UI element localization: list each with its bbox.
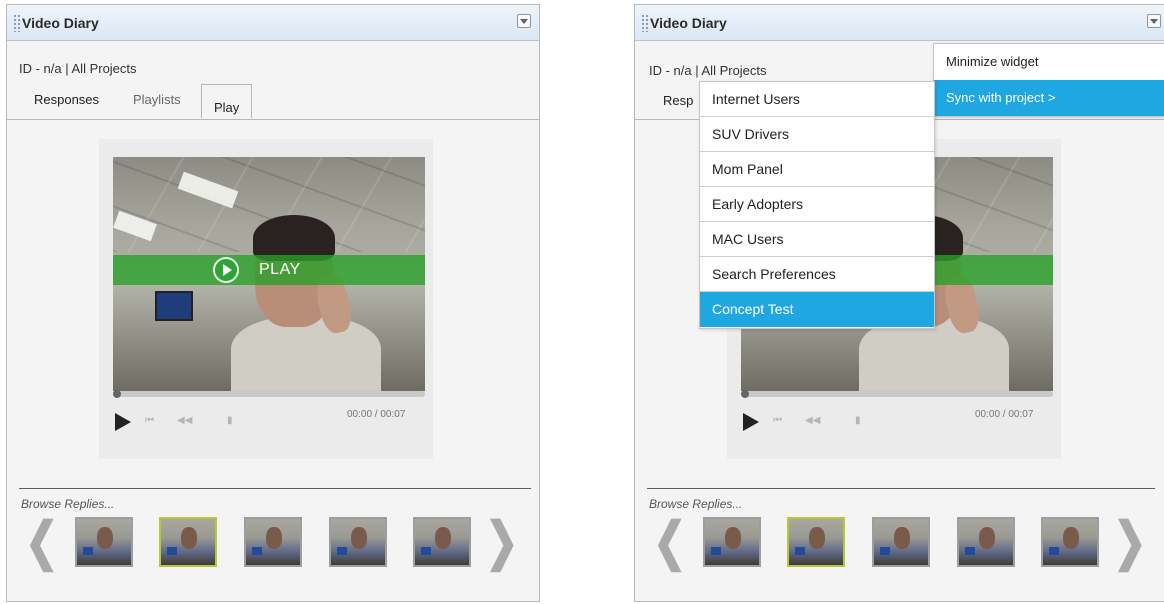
reply-thumbnail-selected[interactable] [159, 517, 217, 567]
background-monitor [155, 291, 193, 321]
breadcrumb: ID - n/a | All Projects [649, 63, 767, 78]
project-item-mac-users[interactable]: MAC Users [700, 222, 934, 257]
skip-back-icon[interactable]: ⏮ [773, 415, 782, 426]
reply-thumbnail[interactable] [1041, 517, 1099, 567]
widget-title: Video Diary [650, 15, 727, 31]
project-submenu: Internet Users SUV Drivers Mom Panel Ear… [699, 81, 935, 329]
tab-play[interactable]: Play [201, 84, 253, 118]
project-item-internet-users[interactable]: Internet Users [700, 82, 934, 117]
volume-icon[interactable]: ▮ [855, 415, 861, 426]
dropdown-menu-icon[interactable] [1147, 14, 1161, 28]
project-item-suv-drivers[interactable]: SUV Drivers [700, 117, 934, 152]
drag-handle-icon[interactable] [13, 14, 21, 32]
tab-responses[interactable]: Responses [34, 92, 99, 107]
prev-arrow-icon[interactable]: ❮ [653, 512, 687, 572]
browse-replies-label: Browse Replies... [649, 497, 743, 511]
dropdown-menu-icon[interactable] [517, 14, 531, 28]
widget-title: Video Diary [22, 15, 99, 31]
progress-bar[interactable] [741, 391, 1053, 397]
menu-item-sync-with-project[interactable]: Sync with project > [934, 80, 1164, 116]
project-item-mom-panel[interactable]: Mom Panel [700, 152, 934, 187]
tab-bar: Responses Playlists Play [7, 81, 539, 120]
breadcrumb: ID - n/a | All Projects [19, 61, 137, 76]
tab-responses[interactable]: Resp [663, 93, 693, 108]
play-overlay-label: PLAY [259, 261, 301, 278]
video-diary-widget-right: Video Diary ID - n/a | All Projects Resp… [634, 4, 1164, 602]
drag-handle-icon[interactable] [641, 14, 649, 32]
play-icon[interactable] [743, 413, 759, 431]
reply-thumbnail[interactable] [75, 517, 133, 567]
time-readout: 00:00 / 00:07 [347, 409, 406, 420]
play-icon[interactable] [115, 413, 131, 431]
video-diary-widget-left: Video Diary ID - n/a | All Projects Resp… [6, 4, 540, 602]
volume-icon[interactable]: ▮ [227, 415, 233, 426]
widget-titlebar[interactable]: Video Diary [635, 5, 1164, 41]
next-arrow-icon[interactable]: ❯ [1113, 512, 1147, 572]
video-frame[interactable]: PLAY [113, 157, 425, 391]
time-readout: 00:00 / 00:07 [975, 409, 1034, 420]
reply-thumbnail[interactable] [244, 517, 302, 567]
reply-thumbnail[interactable] [329, 517, 387, 567]
progress-bar[interactable] [113, 391, 425, 397]
reply-thumbnail-selected[interactable] [787, 517, 845, 567]
rewind-icon[interactable]: ◀◀ [177, 415, 192, 426]
reply-thumbnail[interactable] [413, 517, 471, 567]
project-item-concept-test[interactable]: Concept Test [700, 292, 934, 327]
skip-back-icon[interactable]: ⏮ [145, 415, 154, 426]
widget-options-menu: Minimize widget Sync with project > [933, 43, 1164, 117]
project-item-early-adopters[interactable]: Early Adopters [700, 187, 934, 222]
reply-thumbnail[interactable] [957, 517, 1015, 567]
prev-arrow-icon[interactable]: ❮ [25, 512, 59, 572]
person-body [231, 317, 381, 391]
rewind-icon[interactable]: ◀◀ [805, 415, 820, 426]
reply-thumbnail[interactable] [872, 517, 930, 567]
project-item-search-preferences[interactable]: Search Preferences [700, 257, 934, 292]
reply-thumbnail[interactable] [703, 517, 761, 567]
section-divider [647, 488, 1155, 489]
menu-item-minimize-widget[interactable]: Minimize widget [934, 44, 1164, 80]
play-overlay-bar[interactable]: PLAY [113, 255, 425, 285]
progress-knob[interactable] [741, 390, 749, 398]
browse-replies-label: Browse Replies... [21, 497, 115, 511]
section-divider [19, 488, 531, 489]
tab-playlists[interactable]: Playlists [133, 92, 181, 107]
play-icon[interactable] [213, 257, 239, 283]
widget-titlebar[interactable]: Video Diary [7, 5, 539, 41]
next-arrow-icon[interactable]: ❯ [485, 512, 519, 572]
progress-knob[interactable] [113, 390, 121, 398]
